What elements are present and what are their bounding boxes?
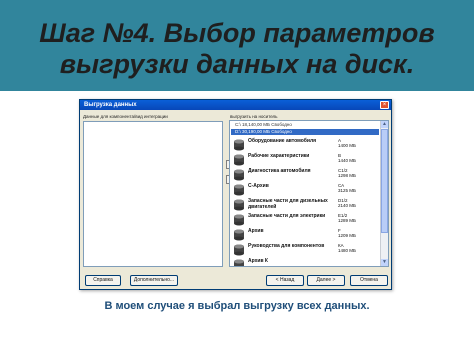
list-item-info: F 1209 МБ bbox=[338, 228, 378, 238]
next-button[interactable]: Далее > bbox=[307, 275, 345, 286]
list-item-info: Е1/2 1289 МБ bbox=[338, 213, 378, 223]
list-item-name: Архив bbox=[248, 228, 264, 234]
list-item-name: Архив К bbox=[248, 258, 268, 264]
list-item-name: С-Архив bbox=[248, 183, 269, 189]
list-item[interactable]: С-Архив СА 3125 МБ bbox=[234, 183, 378, 197]
slide-title-line-1: Шаг №4. Выбор параметров bbox=[39, 18, 435, 48]
help-button[interactable]: Справка bbox=[85, 275, 121, 286]
list-item[interactable]: Архив К bbox=[234, 258, 378, 266]
close-button[interactable]: × bbox=[380, 101, 389, 109]
list-item[interactable]: Архив F 1209 МБ bbox=[234, 228, 378, 242]
database-icon bbox=[234, 199, 244, 211]
list-item[interactable]: Рабочие характеристики В 1440 МБ bbox=[234, 153, 378, 167]
list-item[interactable]: Запасные части для дизельных двигателей … bbox=[234, 198, 378, 212]
list-item-size: 1298 МБ bbox=[338, 173, 356, 178]
list-item-info: СА 3125 МБ bbox=[338, 183, 378, 193]
list-item-size: 1209 МБ bbox=[338, 233, 356, 238]
list-item-name: Оборудование автомобиля bbox=[248, 138, 317, 144]
database-icon bbox=[234, 229, 244, 241]
scroll-down-icon[interactable]: ▼ bbox=[381, 259, 388, 266]
database-icon bbox=[234, 259, 244, 266]
list-item-name: Руководства для компонентов bbox=[248, 243, 325, 249]
list-item-name: Рабочие характеристики bbox=[248, 153, 310, 159]
database-icon bbox=[234, 184, 244, 196]
database-icon bbox=[234, 154, 244, 166]
scroll-thumb[interactable] bbox=[381, 129, 388, 233]
list-item[interactable]: Запасные части для электрики Е1/2 1289 МБ bbox=[234, 213, 378, 227]
extra-button[interactable]: Дополнительно... bbox=[130, 275, 178, 286]
list-item-name: Диагностика автомобиля bbox=[248, 168, 311, 174]
drive-row-d[interactable]: D:\ 30,190,00 МБ Свободно bbox=[231, 129, 379, 135]
list-item[interactable]: Диагностика автомобиля С1/2 1298 МБ bbox=[234, 168, 378, 182]
list-item-size: 1400 МБ bbox=[338, 143, 356, 148]
dialog-title: Выгрузка данных bbox=[84, 102, 137, 108]
list-item-info: В 1440 МБ bbox=[338, 153, 378, 163]
list-item-name: Запасные части для дизельных двигателей bbox=[248, 198, 328, 210]
export-data-dialog: Выгрузка данных × Данные для компонента/… bbox=[79, 99, 392, 290]
list-item-info: С1/2 1298 МБ bbox=[338, 168, 378, 178]
drive-row-c[interactable]: C:\ 18,140,00 МБ Свободно bbox=[231, 122, 379, 128]
list-item[interactable]: Оборудование автомобиля А 1400 МБ bbox=[234, 138, 378, 152]
cancel-button[interactable]: Отмена bbox=[350, 275, 388, 286]
vertical-scrollbar[interactable]: ▲ ▼ bbox=[380, 121, 388, 266]
list-item-size: 1289 МБ bbox=[338, 218, 356, 223]
list-item-size: 2140 МБ bbox=[338, 203, 356, 208]
database-icon bbox=[234, 169, 244, 181]
dialog-titlebar[interactable]: Выгрузка данных × bbox=[80, 100, 391, 110]
list-item-info: КА 1480 МБ bbox=[338, 243, 378, 253]
available-components-list[interactable] bbox=[83, 121, 223, 267]
list-item-size: 1480 МБ bbox=[338, 248, 356, 253]
list-item[interactable]: Руководства для компонентов КА 1480 МБ bbox=[234, 243, 378, 257]
database-icon bbox=[234, 244, 244, 256]
list-item-name: Запасные части для электрики bbox=[248, 213, 326, 219]
list-item-info: А 1400 МБ bbox=[338, 138, 378, 148]
database-icon bbox=[234, 139, 244, 151]
selected-components-list[interactable]: C:\ 18,140,00 МБ Свободно D:\ 30,190,00 … bbox=[229, 120, 389, 267]
slide-caption: В моем случае я выбрал выгрузку всех дан… bbox=[104, 300, 370, 312]
list-item-size: 1440 МБ bbox=[338, 158, 356, 163]
database-icon bbox=[234, 214, 244, 226]
list-item-info bbox=[338, 258, 378, 263]
left-pane-label: Данные для компонента/вид интеграции bbox=[83, 114, 168, 119]
slide-title: Шаг №4. Выбор параметров выгрузки данных… bbox=[0, 18, 474, 80]
list-item-size: 3125 МБ bbox=[338, 188, 356, 193]
back-button[interactable]: < Назад bbox=[266, 275, 304, 286]
list-item-info: D1/2 2140 МБ bbox=[338, 198, 378, 208]
slide-title-line-2: выгрузки данных на диск. bbox=[59, 49, 415, 79]
scroll-up-icon[interactable]: ▲ bbox=[381, 121, 388, 128]
